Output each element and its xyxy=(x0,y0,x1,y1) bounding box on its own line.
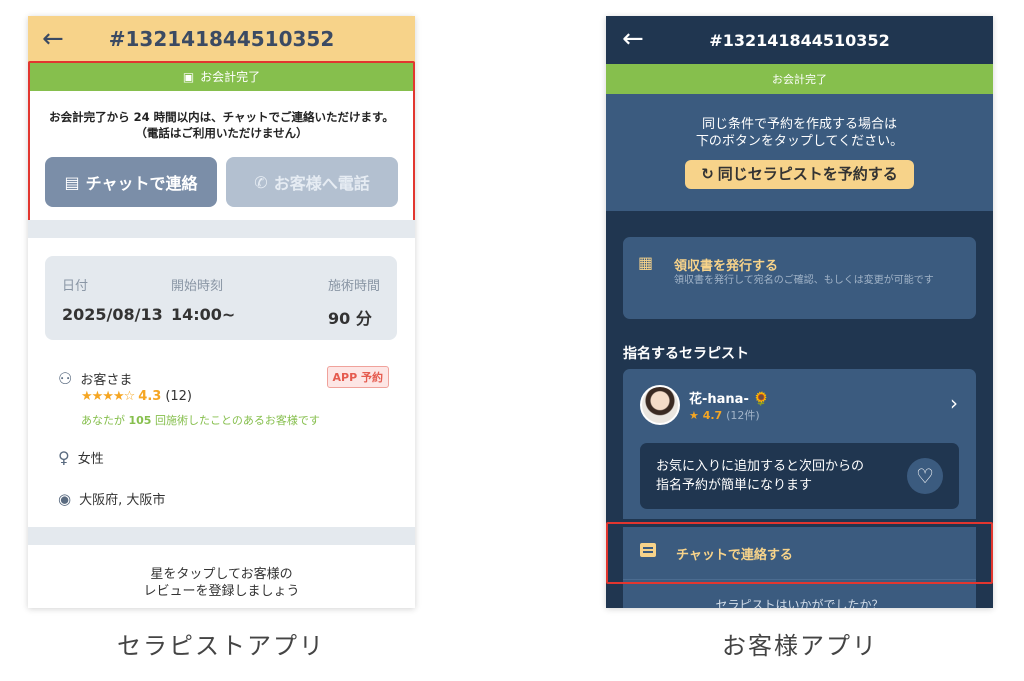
header-bar: ← #132141844510352 xyxy=(606,16,993,64)
divider xyxy=(28,527,415,545)
refresh-icon: ↻ xyxy=(701,165,714,183)
customer-name-row: ⚇ お客さま xyxy=(58,369,132,388)
location-row: ◉ 大阪府, 大阪市 xyxy=(58,489,166,509)
order-number: #132141844510352 xyxy=(108,27,335,51)
chat-notice: お会計完了から 24 時間以内は、チャットでご連絡いただけます。 （電話はご利用… xyxy=(49,110,394,140)
status-banner: ▣ お会計完了 xyxy=(28,62,415,91)
rebook-button[interactable]: ↻ 同じセラピストを予約する xyxy=(685,160,914,189)
therapist-app-screen: ← #132141844510352 ▣ お会計完了 お会計完了から 24 時間… xyxy=(28,16,415,608)
start-value: 14:00~ xyxy=(171,305,236,324)
customer-app-caption: お客様アプリ xyxy=(722,632,878,660)
therapist-rating: ★ 4.7 (12件) xyxy=(689,409,760,422)
start-label: 開始時刻 xyxy=(171,279,224,294)
customer-name: お客さま xyxy=(80,373,133,388)
therapist-app-caption: セラピストアプリ xyxy=(117,632,325,660)
rebook-section: 同じ条件で予約を作成する場合は 下のボタンをタップしてください。 ↻ 同じセラピ… xyxy=(606,94,993,211)
call-customer-button[interactable]: ✆ お客様へ電話 xyxy=(226,157,398,207)
female-icon: ♀ xyxy=(58,448,70,467)
repeat-note: あなたが 105 回施術したことのあるお客様です xyxy=(81,414,320,427)
review-prompt: 星をタップしてお客様の レビューを登録しましょう xyxy=(143,567,300,599)
feedback-question: セラピストはいかがでしたか？ xyxy=(623,579,976,608)
date-label: 日付 xyxy=(62,279,89,294)
status-banner: お会計完了 xyxy=(606,64,993,94)
header-bar: ← #132141844510352 xyxy=(28,16,415,62)
section-title: 指名するセラピスト xyxy=(623,346,749,362)
favorite-prompt: お気に入りに追加すると次回からの 指名予約が簡単になります ♡ xyxy=(640,443,959,509)
phone-icon: ✆ xyxy=(254,172,268,192)
chat-icon xyxy=(640,543,656,557)
chat-button[interactable]: ▤ チャットで連絡 xyxy=(45,157,217,207)
duration-label: 施術時間 xyxy=(328,279,381,294)
gender-row: ♀ 女性 xyxy=(58,448,104,467)
receipt-check-icon: ▣ xyxy=(182,69,195,84)
chat-contact-button[interactable]: チャットで連絡する xyxy=(623,527,976,579)
therapist-name: 花-hana- 🌻 xyxy=(689,392,770,407)
chat-icon: ▤ xyxy=(64,172,80,192)
customer-app-screen: ← #132141844510352 お会計完了 同じ条件で予約を作成する場合は… xyxy=(606,16,993,608)
chevron-right-icon[interactable]: › xyxy=(950,391,958,415)
date-value: 2025/08/13 xyxy=(62,305,163,324)
therapist-card[interactable]: 花-hana- 🌻 ★ 4.7 (12件) › お気に入りに追加すると次回からの… xyxy=(623,369,976,519)
order-number: #132141844510352 xyxy=(709,31,890,50)
location-pin-icon: ◉ xyxy=(58,489,72,508)
customer-rating[interactable]: ★★★★☆ 4.3 (12) xyxy=(81,389,192,404)
divider xyxy=(28,220,415,238)
receipt-icon: ▦ xyxy=(638,253,654,272)
duration-value: 90 分 xyxy=(328,309,372,328)
receipt-title: 領収書を発行する xyxy=(674,259,779,274)
star-icon: ★ xyxy=(689,409,699,422)
avatar xyxy=(640,385,680,425)
heart-icon[interactable]: ♡ xyxy=(907,458,943,494)
star-rating-icon: ★★★★☆ xyxy=(81,389,135,404)
booking-info-card: 日付 2025/08/13 開始時刻 14:00~ 施術時間 90 分 xyxy=(45,256,397,340)
receipt-card[interactable]: ▦ 領収書を発行する 領収書を発行して宛名のご確認、もしくは変更が可能です xyxy=(623,237,976,319)
receipt-description: 領収書を発行して宛名のご確認、もしくは変更が可能です xyxy=(674,275,934,286)
app-booking-badge: APP 予約 xyxy=(326,366,389,388)
person-icon: ⚇ xyxy=(58,369,73,388)
